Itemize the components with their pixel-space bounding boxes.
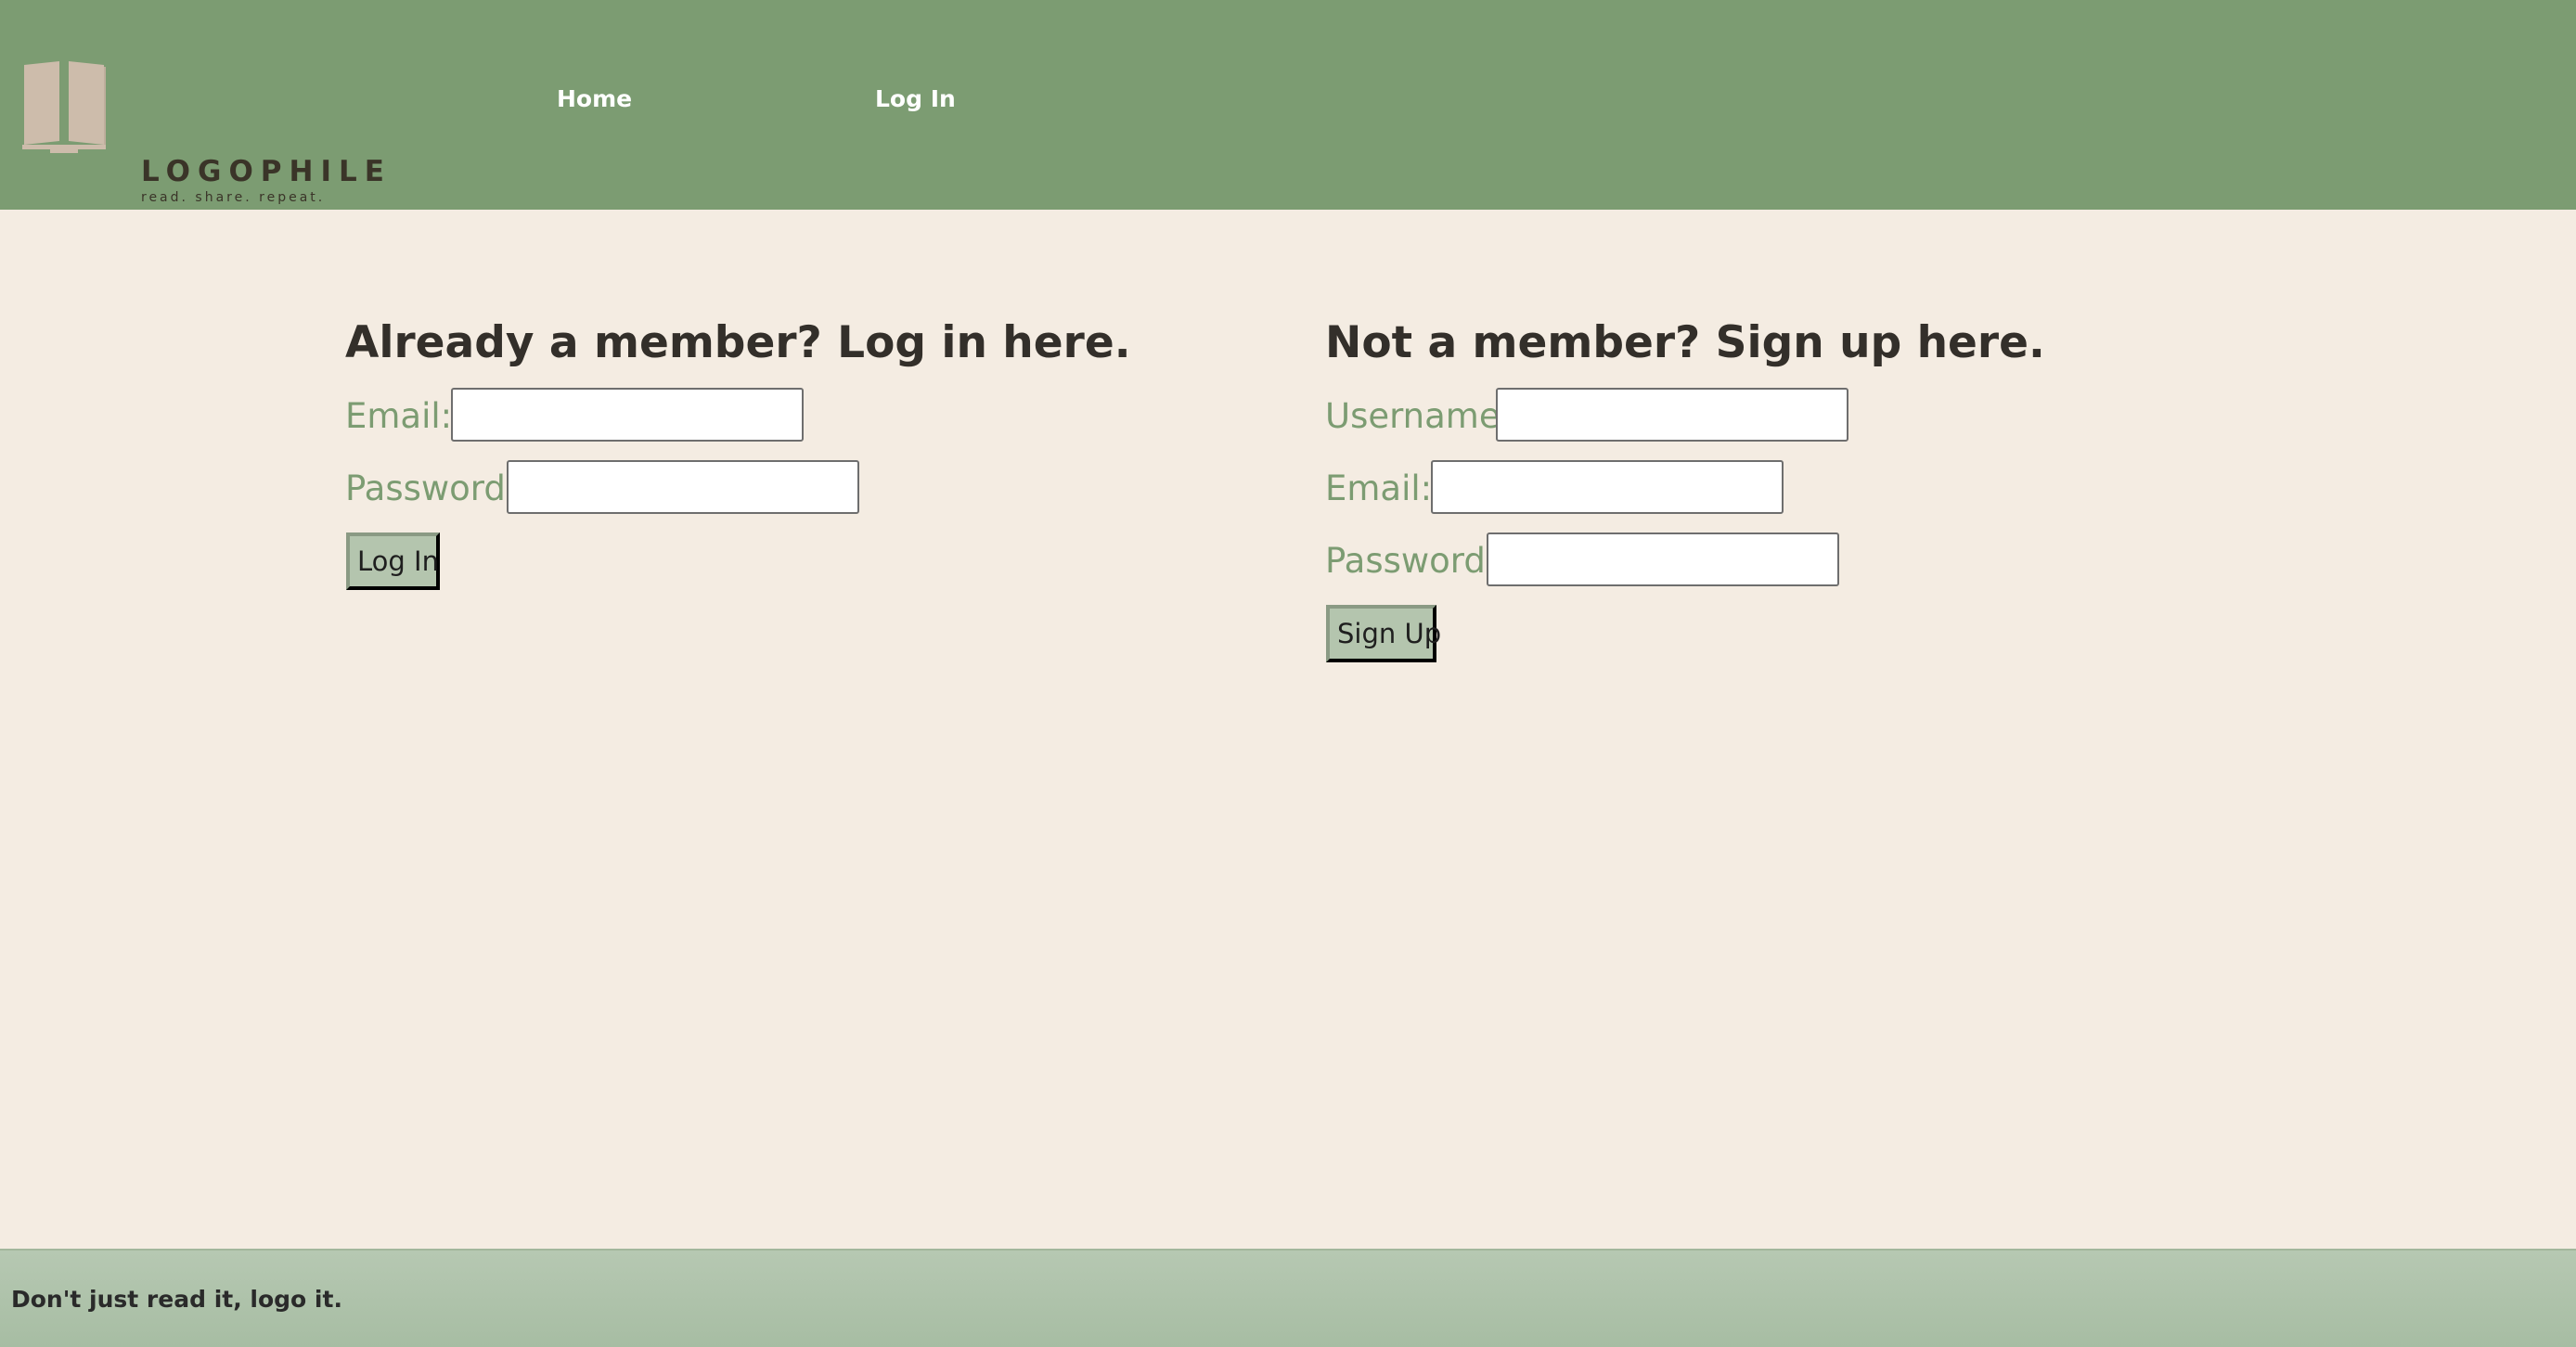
nav-home-link[interactable]: Home xyxy=(557,87,632,110)
signup-title: Not a member? Sign up here. xyxy=(1325,317,2045,368)
login-email-input[interactable] xyxy=(451,388,804,442)
signup-email-input[interactable] xyxy=(1431,460,1784,514)
open-book-icon xyxy=(22,61,106,153)
nav-login-link[interactable]: Log In xyxy=(875,87,956,110)
signup-email-label: Email: xyxy=(1325,468,1433,508)
login-password-label: Password: xyxy=(345,468,518,508)
logo-wordmark: LOGOPHILE xyxy=(141,155,392,188)
logo[interactable]: LOGOPHILE read. share. repeat. xyxy=(22,61,384,204)
signup-button[interactable]: Sign Up xyxy=(1326,605,1441,662)
signup-password-label: Password: xyxy=(1325,541,1498,581)
site-header: LOGOPHILE read. share. repeat. Home Log … xyxy=(0,0,2576,210)
login-title: Already a member? Log in here. xyxy=(345,317,1131,368)
login-password-input[interactable] xyxy=(507,460,859,514)
logo-tagline: read. share. repeat. xyxy=(141,190,326,205)
signup-username-label: Username: xyxy=(1325,396,1513,436)
login-button[interactable]: Log In xyxy=(346,532,440,590)
footer-slogan: Don't just read it, logo it. xyxy=(11,1286,342,1313)
signup-username-input[interactable] xyxy=(1496,388,1848,442)
site-footer: Don't just read it, logo it. xyxy=(0,1249,2576,1347)
signup-password-input[interactable] xyxy=(1487,532,1839,586)
login-email-label: Email: xyxy=(345,396,453,436)
